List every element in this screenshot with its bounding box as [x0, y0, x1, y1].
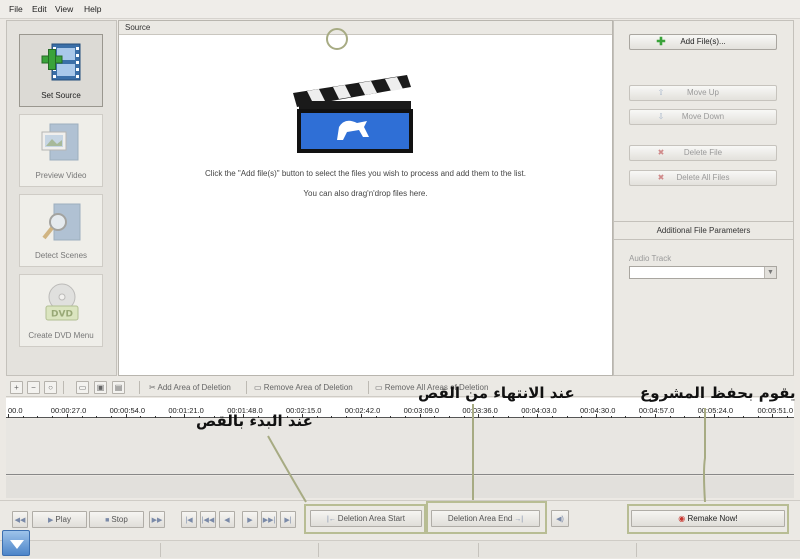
annotation-start: عند البدء بالقص — [196, 412, 313, 430]
save-pointer-line — [703, 408, 706, 503]
cursor-marker — [326, 28, 348, 50]
annotation-save: يقوم بحفظ المشروع — [640, 384, 796, 402]
annotation-overlay — [267, 28, 706, 503]
annotation-end: عند الانتهاء من القص — [418, 384, 575, 402]
start-pointer-line — [267, 435, 307, 503]
